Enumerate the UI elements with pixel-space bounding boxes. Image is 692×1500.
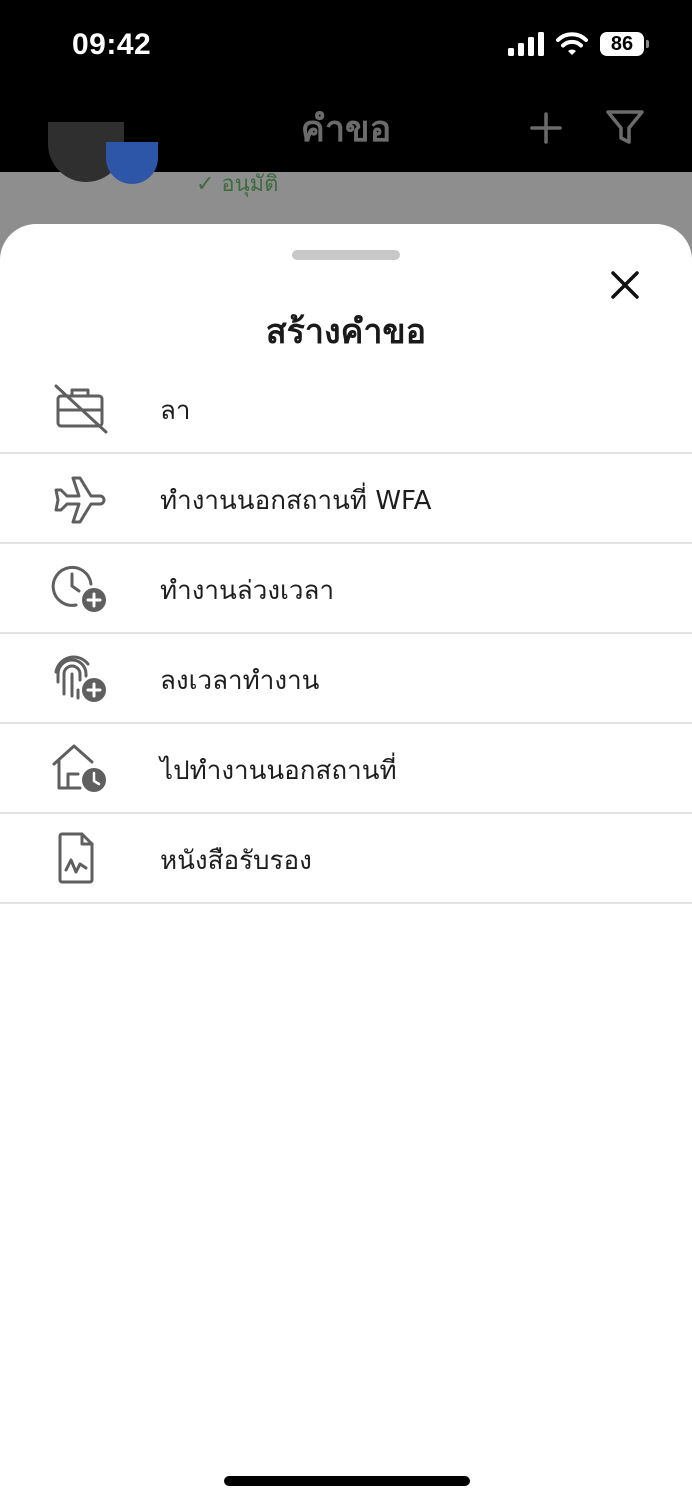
signal-icon [508,32,544,56]
briefcase-off-icon [54,384,108,434]
airplane-icon [54,476,106,524]
battery-icon: 86 [600,32,649,56]
approved-status: ✓ อนุมัติ [196,172,279,197]
home-indicator [224,1476,470,1486]
menu-item-leave[interactable]: ลา [0,364,692,454]
close-icon[interactable] [602,262,648,308]
menu-item-label: ลงเวลาทำงาน [160,666,320,696]
sheet-grabber[interactable] [292,250,400,260]
avatar-badge [106,142,158,184]
sheet-title: สร้างคำขอ [265,312,427,352]
status-bar: 09:42 86 [0,0,692,90]
menu-item-label: ลา [160,396,191,426]
menu-item-label: ทำงานล่วงเวลา [160,576,335,606]
wifi-icon [556,32,588,55]
menu-item-label: ทำงานนอกสถานที่ WFA [160,486,432,516]
document-icon [58,832,94,884]
create-request-sheet: สร้างคำขอ ลา ทำงานนอกสถานที่ WFA ทำงานล่… [0,224,692,1500]
menu-item-overtime[interactable]: ทำงานล่วงเวลา [0,544,692,634]
menu-item-label: ไปทำงานนอกสถานที่ [160,756,397,786]
home-clock-icon [52,744,106,792]
menu-item-offsite[interactable]: ไปทำงานนอกสถานที่ [0,724,692,814]
menu-item-wfa[interactable]: ทำงานนอกสถานที่ WFA [0,454,692,544]
filter-icon[interactable] [604,106,646,150]
status-time: 09:42 [72,28,152,61]
request-type-list: ลา ทำงานนอกสถานที่ WFA ทำงานล่วงเวลา ลงเ… [0,364,692,904]
plus-icon[interactable] [524,106,568,150]
fingerprint-plus-icon [54,655,106,702]
menu-item-clock-in[interactable]: ลงเวลาทำงาน [0,634,692,724]
status-icons: 86 [508,32,649,56]
menu-item-certificate[interactable]: หนังสือรับรอง [0,814,692,904]
clock-plus-icon [51,565,106,612]
menu-item-label: หนังสือรับรอง [160,846,312,876]
